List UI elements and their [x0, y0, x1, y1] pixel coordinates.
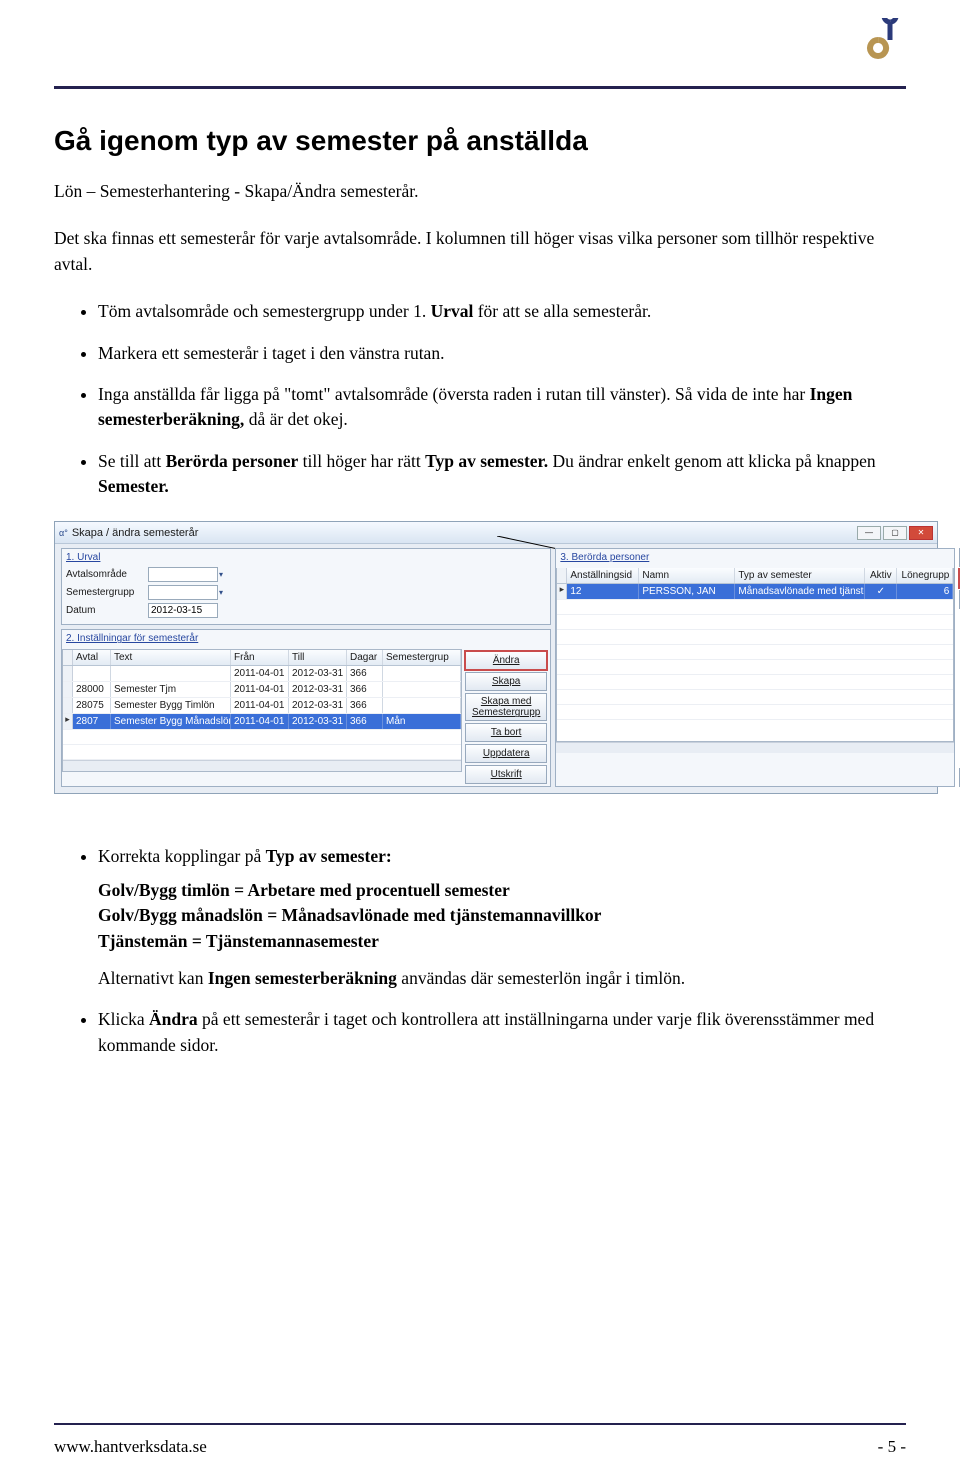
- persons-grid[interactable]: Anställningsid Namn Typ av semester Akti…: [556, 568, 954, 742]
- label-avtalsomrade: Avtalsområde: [66, 569, 148, 580]
- skapa-med-semestergrupp-button[interactable]: Skapa med Semestergrupp: [465, 693, 547, 721]
- ta-bort-button[interactable]: Ta bort: [465, 723, 547, 742]
- mapping-item: Tjänstemän = Tjänstemannasemester: [98, 929, 906, 954]
- footer-url: www.hantverksdata.se: [54, 1437, 207, 1457]
- window-titlebar: α° Skapa / ändra semesterår — ▢ ✕: [55, 522, 937, 544]
- footer-page: - 5 -: [878, 1437, 906, 1457]
- avtalsomrade-input[interactable]: [148, 567, 218, 582]
- scrollbar[interactable]: [63, 760, 461, 771]
- group-title: 1. Urval: [66, 552, 546, 563]
- window-title: Skapa / ändra semesterår: [68, 527, 857, 539]
- minimize-button[interactable]: —: [857, 526, 881, 540]
- instruction-list: Töm avtalsområde och semestergrupp under…: [54, 299, 906, 499]
- utskrift-button[interactable]: Utskrift: [465, 765, 547, 784]
- datum-input[interactable]: [148, 603, 218, 618]
- bullet-item: Inga anställda får ligga på "tomt" avtal…: [98, 382, 906, 433]
- group-title: 3. Berörda personer: [556, 549, 954, 565]
- table-row[interactable]: 28000Semester Tjm2011-04-012012-03-31366: [63, 682, 461, 698]
- instruction-list-2: Korrekta kopplingar på Typ av semester: …: [54, 844, 906, 1058]
- bullet-item: Töm avtalsområde och semestergrupp under…: [98, 299, 906, 324]
- group-installningar: 2. Inställningar för semesterår Avtal Te…: [61, 629, 551, 787]
- company-logo: [860, 18, 906, 64]
- col-header[interactable]: Anställningsid: [567, 568, 639, 583]
- col-header[interactable]: Till: [289, 650, 347, 665]
- andra-button[interactable]: Ändra: [465, 651, 547, 670]
- col-header[interactable]: Text: [111, 650, 231, 665]
- header-rule: [54, 86, 906, 89]
- col-header[interactable]: Avtal: [73, 650, 111, 665]
- group-title: 2. Inställningar för semesterår: [62, 630, 550, 646]
- group-urval: 1. Urval Avtalsområde ▾ Semestergrupp ▾ …: [61, 548, 551, 625]
- footer-rule: [54, 1423, 906, 1425]
- col-header[interactable]: Dagar: [347, 650, 383, 665]
- semestergrupp-input[interactable]: [148, 585, 218, 600]
- page-title: Gå igenom typ av semester på anställda: [54, 125, 906, 157]
- settings-grid[interactable]: Avtal Text Från Till Dagar Semestergrup …: [62, 649, 462, 772]
- label-semestergrupp: Semestergrupp: [66, 587, 148, 598]
- group-berorda: 3. Berörda personer Anställningsid Namn …: [555, 548, 955, 787]
- uppdatera-button[interactable]: Uppdatera: [465, 744, 547, 763]
- bullet-item: Markera ett semesterår i taget i den vän…: [98, 341, 906, 366]
- mapping-list: Golv/Bygg timlön = Arbetare med procentu…: [98, 878, 906, 954]
- col-header[interactable]: Semestergrup: [383, 650, 461, 665]
- close-button[interactable]: ✕: [909, 526, 933, 540]
- mapping-item: Golv/Bygg månadslön = Månadsavlönade med…: [98, 903, 906, 928]
- app-window: α° Skapa / ändra semesterår — ▢ ✕ 1. Urv…: [54, 521, 938, 794]
- table-row[interactable]: 2011-04-012012-03-31366: [63, 666, 461, 682]
- skapa-button[interactable]: Skapa: [465, 672, 547, 691]
- dropdown-icon[interactable]: ▾: [219, 570, 223, 579]
- table-row[interactable]: ▸ 12 PERSSON, JAN Månadsavlönade med tjä…: [557, 584, 953, 600]
- mapping-item: Golv/Bygg timlön = Arbetare med procentu…: [98, 878, 906, 903]
- col-header[interactable]: Aktiv: [865, 568, 897, 583]
- breadcrumb: Lön – Semesterhantering - Skapa/Ändra se…: [54, 179, 906, 204]
- col-header[interactable]: Typ av semester: [735, 568, 865, 583]
- scrollbar[interactable]: [556, 742, 954, 753]
- bullet-item: Se till att Berörda personer till höger …: [98, 449, 906, 500]
- intro-paragraph: Det ska finnas ett semesterår för varje …: [54, 226, 906, 277]
- table-row[interactable]: ▸2807Semester Bygg Månadslön2011-04-0120…: [63, 714, 461, 730]
- window-app-icon: α°: [59, 528, 68, 538]
- table-row[interactable]: 28075Semester Bygg Timlön2011-04-012012-…: [63, 698, 461, 714]
- bullet-item: Korrekta kopplingar på Typ av semester: …: [98, 844, 906, 991]
- col-header[interactable]: Namn: [639, 568, 735, 583]
- bullet-item: Klicka Ändra på ett semesterår i taget o…: [98, 1007, 906, 1058]
- maximize-button[interactable]: ▢: [883, 526, 907, 540]
- page-footer: www.hantverksdata.se - 5 -: [54, 1437, 906, 1457]
- col-header[interactable]: Lönegrupp: [897, 568, 953, 583]
- dropdown-icon[interactable]: ▾: [219, 588, 223, 597]
- col-header[interactable]: Från: [231, 650, 289, 665]
- label-datum: Datum: [66, 605, 148, 616]
